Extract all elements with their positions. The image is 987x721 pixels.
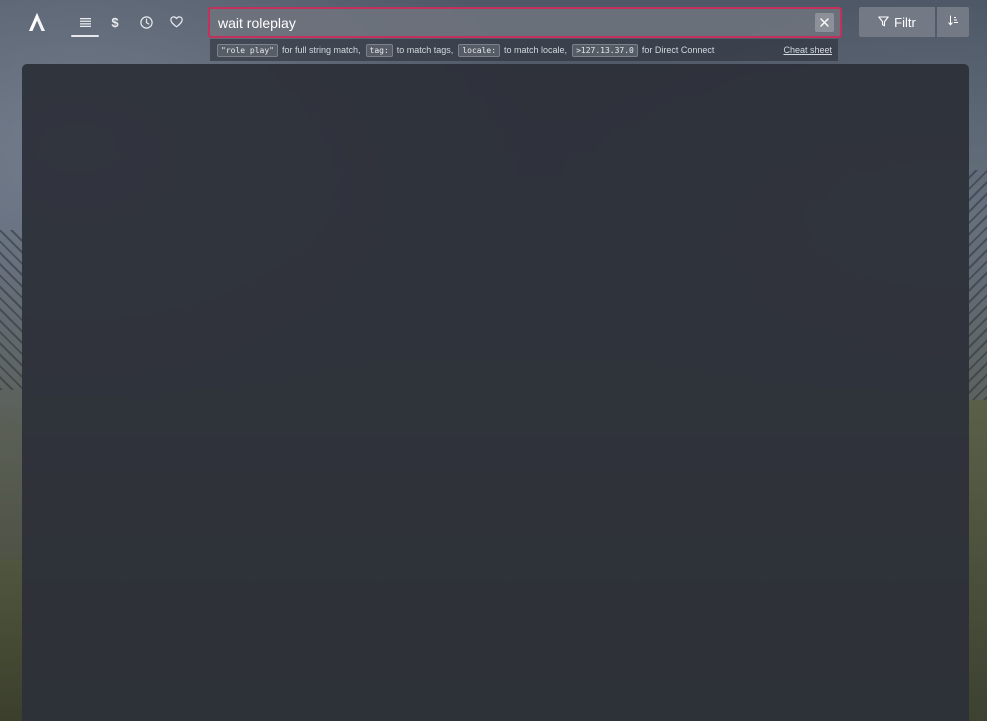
hint-text-direct-connect: for Direct Connect: [641, 45, 715, 55]
app-logo-icon[interactable]: [24, 9, 50, 35]
cheat-sheet-link[interactable]: Cheat sheet: [783, 45, 832, 55]
tab-history[interactable]: [136, 8, 156, 36]
hint-code-locale: locale:: [458, 43, 501, 57]
search-hints: "role play" for full string match, tag: …: [210, 39, 838, 61]
hint-code-direct-connect: >127.13.37.0: [572, 43, 638, 57]
close-icon: [820, 14, 829, 32]
hint-code-tag: tag:: [365, 43, 393, 57]
dollar-icon: $: [111, 14, 119, 30]
background-scenery-right: [969, 170, 987, 410]
list-icon: [79, 17, 91, 27]
server-list-panel: [22, 64, 969, 721]
search-input[interactable]: [218, 9, 808, 36]
background-grass-right: [969, 400, 987, 721]
filter-button-label: Filtr: [894, 14, 916, 30]
tab-favorites[interactable]: [166, 8, 186, 36]
hint-text-locale: to match locale,: [504, 45, 568, 55]
hint-code-full-string: "role play": [217, 43, 278, 57]
background-scenery-left: [0, 230, 22, 390]
filter-button[interactable]: Filtr: [859, 7, 935, 37]
sort-button[interactable]: [937, 7, 969, 37]
tab-premium[interactable]: $: [105, 8, 125, 36]
top-bar: $ "role play" for full string m: [0, 0, 987, 64]
hint-text-tag: to match tags,: [396, 45, 454, 55]
search-box: [208, 7, 842, 38]
hint-text-full-string: for full string match,: [281, 45, 361, 55]
heart-icon: [169, 16, 183, 28]
clock-icon: [139, 15, 153, 29]
background-grass-left: [0, 560, 22, 721]
clear-search-button[interactable]: [815, 13, 834, 32]
sort-icon: [947, 13, 959, 31]
funnel-icon: [878, 15, 894, 30]
tab-all-servers[interactable]: [71, 8, 99, 37]
